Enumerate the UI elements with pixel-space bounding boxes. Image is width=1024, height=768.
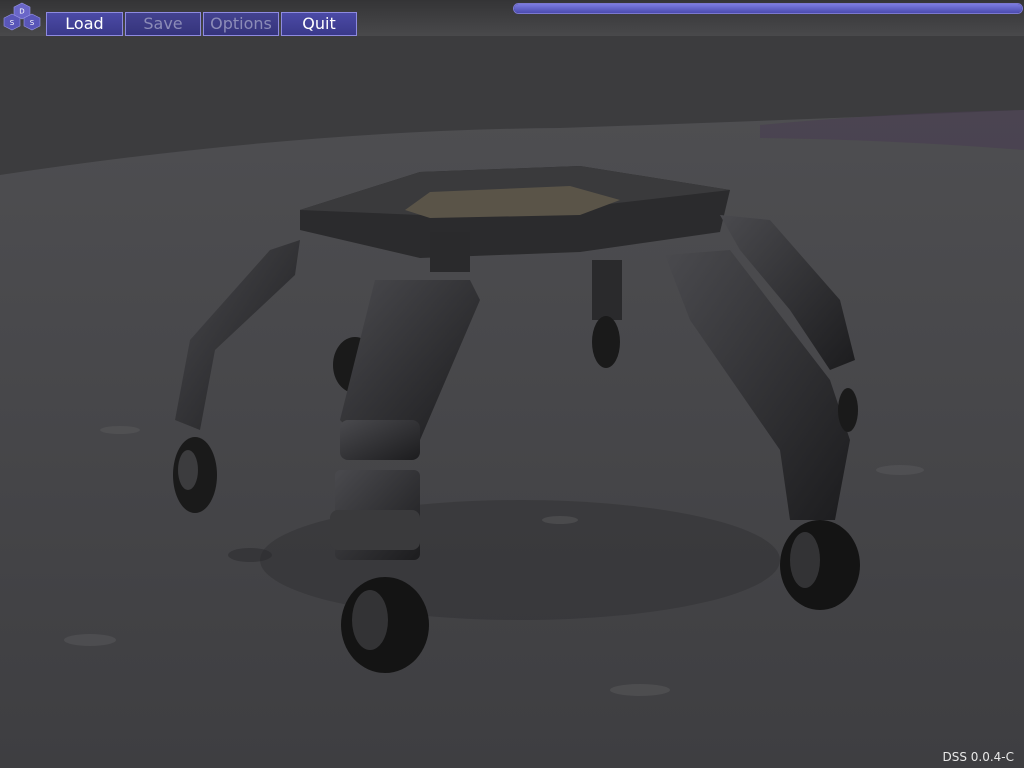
version-label: DSS 0.0.4-C (942, 750, 1014, 764)
progress-bar (513, 3, 1023, 14)
load-button[interactable]: Load (46, 12, 123, 36)
rover-scene (0, 36, 1024, 768)
logo-letter-s1: S (10, 19, 15, 27)
progress-bar-fill (514, 4, 1022, 13)
save-button[interactable]: Save (125, 12, 201, 36)
wheel-back-right (592, 260, 622, 368)
logo-letter-s2: S (30, 19, 35, 27)
main-toolbar: Load Save Options Quit (46, 12, 357, 36)
dss-logo-icon: D S S (3, 2, 41, 31)
logo-letter-d: D (19, 8, 24, 16)
options-button[interactable]: Options (203, 12, 279, 36)
simulation-viewport[interactable] (0, 0, 1024, 768)
quit-button[interactable]: Quit (281, 12, 357, 36)
